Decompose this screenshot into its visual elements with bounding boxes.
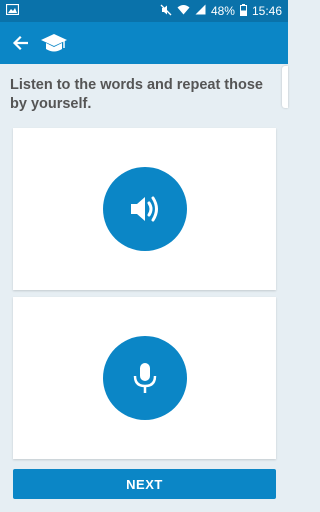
status-right: 48% 15:46 (160, 3, 282, 19)
side-drawer-handle[interactable] (282, 66, 288, 108)
graduation-cap-icon (40, 32, 68, 54)
status-bar: 48% 15:46 (0, 0, 288, 22)
wifi-icon (177, 4, 190, 18)
battery-icon (239, 3, 247, 19)
record-button[interactable] (102, 336, 187, 420)
image-icon (5, 3, 20, 18)
back-button[interactable] (10, 33, 30, 53)
clock: 15:46 (251, 4, 282, 18)
app-bar (0, 22, 288, 64)
signal-icon (195, 4, 206, 18)
listen-card (13, 128, 276, 290)
battery-percent: 48% (210, 4, 235, 18)
back-arrow-icon (12, 35, 28, 51)
record-card (13, 297, 276, 459)
instruction-text: Listen to the words and repeat those by … (10, 77, 263, 112)
mute-icon (160, 4, 172, 19)
speaker-icon (130, 196, 158, 222)
status-left (5, 3, 20, 18)
next-button[interactable]: NEXT (13, 469, 276, 499)
play-audio-button[interactable] (102, 167, 187, 251)
microphone-icon (133, 363, 156, 393)
